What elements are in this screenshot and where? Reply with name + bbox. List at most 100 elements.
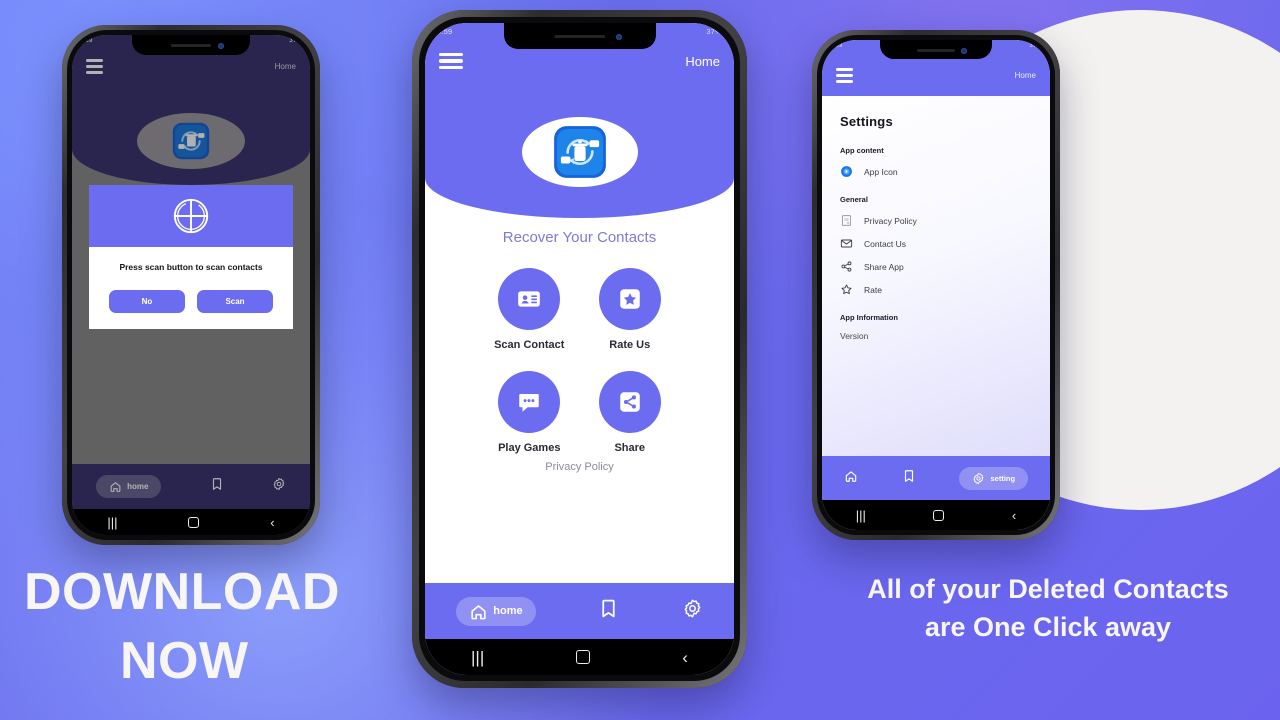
promo-headline-left: DOWNLOAD NOW — [24, 558, 384, 695]
gear-icon — [273, 478, 285, 490]
home-icon — [471, 604, 486, 619]
phone-mockup-left: Home Press scan button to scan contacts … — [62, 25, 320, 545]
scan-dialog: Press scan button to scan contacts No Sc… — [89, 185, 293, 329]
recents-icon[interactable]: ||| — [856, 509, 866, 522]
front-camera — [961, 47, 968, 54]
recents-icon[interactable]: ||| — [471, 649, 484, 666]
phone-screen-right: Home Settings App content App Icon Gener… — [822, 40, 1050, 530]
hamburger-icon[interactable] — [439, 53, 463, 70]
recents-icon[interactable]: ||| — [107, 516, 117, 529]
page-title: Recover Your Contacts — [502, 229, 657, 246]
scan-radar-icon — [173, 198, 209, 234]
promo-left-line2: NOW — [120, 631, 249, 690]
back-icon[interactable]: ‹ — [1012, 509, 1016, 522]
status-battery: 37% — [1029, 43, 1042, 49]
star-outline-icon — [841, 284, 852, 295]
share-icon — [620, 392, 640, 412]
contacts-recovery-app-icon — [553, 126, 606, 178]
dialog-actions: No Scan — [101, 289, 281, 313]
share-button[interactable] — [598, 371, 661, 433]
phone-screen-center: Home Recover Your Contacts Scan Contact — [425, 23, 734, 675]
bottom-nav-right: setting — [822, 456, 1050, 500]
action-label: Share — [614, 442, 646, 454]
phone-mockup-center: Home Recover Your Contacts Scan Contact — [412, 10, 747, 688]
settings-group-label: App content — [840, 146, 884, 155]
nav-item-bookmark[interactable] — [902, 469, 916, 488]
nav-label-setting: setting — [990, 473, 1016, 483]
promo-left-line1: DOWNLOAD — [24, 563, 340, 621]
back-icon[interactable]: ‹ — [682, 649, 688, 666]
settings-item-app-icon[interactable]: App Icon — [840, 165, 1032, 178]
app-icon-badge — [841, 166, 852, 177]
nav-item-home[interactable]: home — [96, 475, 162, 498]
nav-item-bookmark[interactable] — [210, 477, 224, 496]
nav-item-settings[interactable] — [682, 598, 703, 624]
front-camera — [218, 43, 225, 50]
app-logo-ellipse — [137, 113, 245, 169]
action-label: Scan Contact — [494, 339, 565, 351]
rate-us-button[interactable] — [598, 268, 661, 330]
earpiece-speaker — [170, 44, 212, 47]
phone-notch — [880, 40, 992, 59]
gear-icon — [684, 599, 701, 618]
dialog-message: Press scan button to scan contacts — [119, 262, 263, 272]
settings-item-label: Share App — [864, 261, 904, 272]
phone-mockup-right: Home Settings App content App Icon Gener… — [812, 30, 1060, 540]
bookmark-icon — [212, 478, 221, 490]
action-grid: Scan Contact Rate Us Play Games Share — [425, 268, 734, 454]
envelope-icon — [840, 239, 853, 248]
dialog-header — [89, 185, 293, 247]
star-icon — [620, 289, 640, 309]
action-play-games[interactable]: Play Games — [479, 371, 580, 454]
nav-item-home[interactable]: home — [456, 596, 536, 626]
home-button-icon[interactable] — [933, 509, 945, 521]
dialog-scan-button[interactable]: Scan — [197, 289, 273, 313]
hamburger-icon[interactable] — [86, 59, 103, 74]
app-logo-ellipse — [521, 117, 638, 187]
play-games-button[interactable] — [498, 371, 561, 433]
back-icon[interactable]: ‹ — [270, 516, 274, 529]
app-header-right: Home — [822, 58, 1050, 83]
settings-item-version: Version — [840, 331, 869, 341]
action-scan-contact[interactable]: Scan Contact — [479, 268, 580, 351]
gear-icon — [974, 472, 984, 484]
system-nav-left: ||| ‹ — [72, 509, 310, 535]
settings-item-privacy-policy[interactable]: Privacy Policy — [840, 214, 1032, 227]
bottom-nav-center: home — [425, 583, 734, 639]
home-icon — [845, 470, 857, 482]
scan-contact-button[interactable] — [498, 268, 561, 330]
settings-screen: Settings App content App Icon General Pr… — [822, 96, 1050, 470]
earpiece-speaker — [553, 34, 606, 38]
phone-screen-left: Home Press scan button to scan contacts … — [72, 35, 310, 535]
header-title: Home — [685, 53, 720, 69]
settings-item-contact-us[interactable]: Contact Us — [840, 237, 1032, 250]
privacy-policy-link[interactable]: Privacy Policy — [425, 461, 734, 473]
page-title: Settings — [840, 114, 893, 129]
nav-item-bookmark[interactable] — [598, 598, 619, 624]
nav-label-home: home — [127, 482, 149, 491]
header-title: Home — [1014, 71, 1036, 80]
status-battery: 37% — [289, 38, 302, 44]
home-button-icon[interactable] — [188, 516, 200, 528]
earpiece-speaker — [916, 48, 956, 52]
dialog-no-button[interactable]: No — [109, 289, 185, 313]
settings-item-share-app[interactable]: Share App — [840, 260, 1032, 273]
settings-item-label: Rate — [864, 284, 882, 295]
nav-item-setting[interactable]: setting — [959, 466, 1029, 490]
contact-card-icon — [518, 291, 541, 307]
document-icon — [841, 215, 852, 226]
home-button-icon[interactable] — [576, 650, 591, 664]
home-icon — [110, 482, 121, 492]
nav-label-home: home — [493, 605, 523, 617]
bookmark-icon — [904, 469, 913, 482]
hamburger-icon[interactable] — [836, 68, 853, 83]
settings-item-rate[interactable]: Rate — [840, 283, 1032, 296]
nav-item-settings[interactable] — [272, 477, 286, 496]
share-icon — [841, 261, 852, 272]
header-title: Home — [274, 62, 296, 71]
action-rate-us[interactable]: Rate Us — [580, 268, 681, 351]
nav-item-home[interactable] — [844, 469, 858, 488]
front-camera — [616, 33, 623, 40]
action-share[interactable]: Share — [580, 371, 681, 454]
system-nav-center: ||| ‹ — [425, 639, 734, 675]
